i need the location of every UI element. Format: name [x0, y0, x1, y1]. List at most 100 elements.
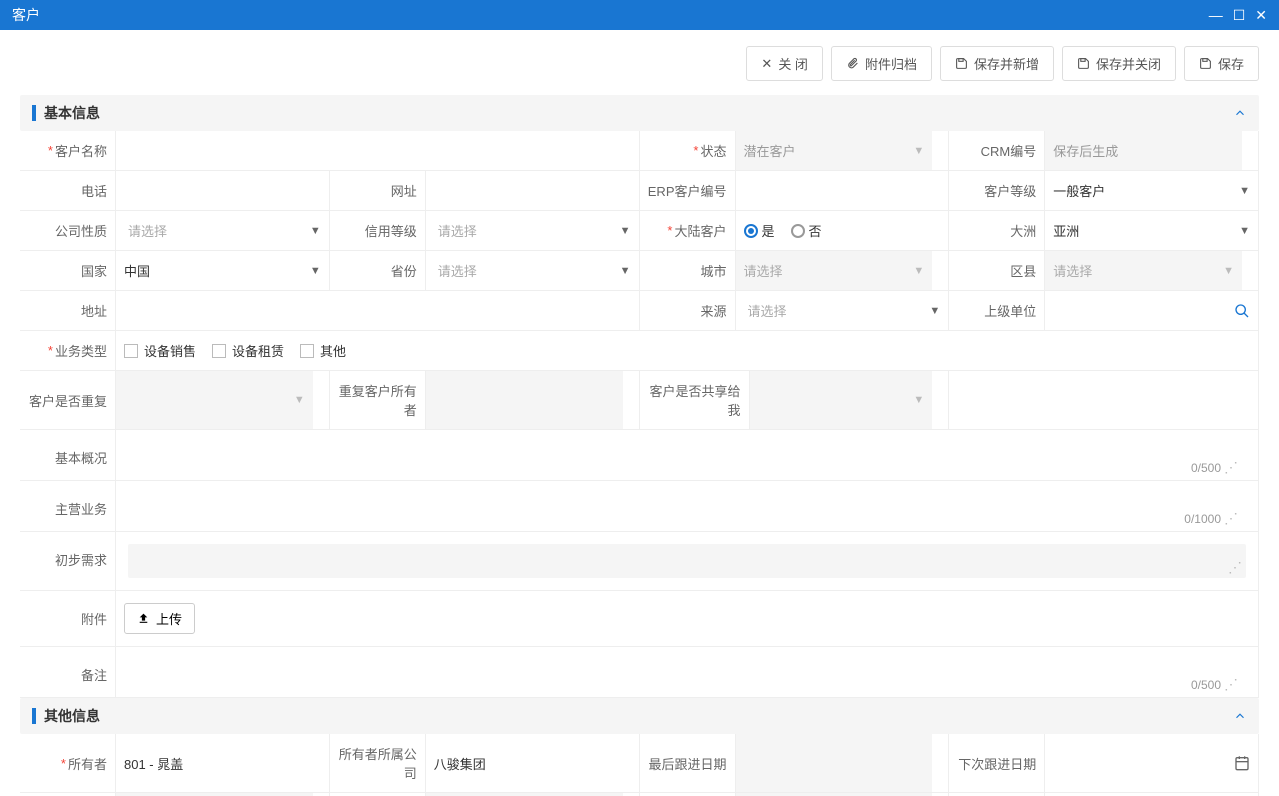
field-basic-situation: 基本概况 0/500 ⋰ — [20, 430, 1259, 481]
checkbox-equipment-rental[interactable]: 设备租赁 — [212, 341, 284, 360]
owner-company-input[interactable]: 八骏集团 — [434, 754, 486, 773]
remarks-input[interactable] — [124, 655, 1250, 685]
source-select[interactable]: 请选择 — [744, 297, 941, 324]
section-title-basic: 基本信息 — [44, 103, 100, 123]
section-title-other: 其他信息 — [44, 706, 100, 726]
field-next-follow: 下次跟进日期 — [949, 734, 1259, 793]
field-attachment: 附件 上传 — [20, 591, 1259, 647]
field-city: 城市 请选择 ▼ — [640, 251, 950, 291]
save-icon — [955, 57, 968, 70]
titlebar: 客户 — ☐ ✕ — [0, 0, 1279, 30]
close-button[interactable]: ✕ 关 闭 — [746, 46, 823, 81]
phone-input[interactable] — [124, 179, 321, 202]
mainland-no-radio[interactable]: 否 — [791, 221, 822, 240]
chevron-down-icon: ▼ — [913, 394, 924, 406]
save-new-button[interactable]: 保存并新增 — [940, 46, 1054, 81]
parent-unit-input[interactable] — [1053, 299, 1250, 322]
field-main-business: 主营业务 0/1000 ⋰ — [20, 481, 1259, 532]
maximize-icon[interactable]: ☐ — [1233, 7, 1246, 24]
section-indicator — [32, 105, 36, 121]
field-parent-unit: 上级单位 — [949, 291, 1259, 331]
field-shared-to-me: 客户是否共享给我 ▼ — [640, 371, 950, 430]
save-close-button[interactable]: 保存并关闭 — [1062, 46, 1176, 81]
country-select[interactable]: 中国 — [124, 261, 150, 280]
checkbox-equipment-sales[interactable]: 设备销售 — [124, 341, 196, 360]
crm-no-display: 保存后生成 — [1045, 131, 1242, 170]
field-crm-no: CRM编号 保存后生成 — [949, 131, 1259, 171]
city-select: 请选择 ▼ — [736, 251, 933, 290]
status-select: 潜在客户 ▼ — [736, 131, 933, 170]
toolbar: ✕ 关 闭 附件归档 保存并新增 保存并关闭 保存 — [0, 30, 1279, 95]
basic-situation-input[interactable] — [124, 438, 1250, 468]
erp-no-input[interactable] — [744, 179, 941, 202]
close-icon: ✕ — [761, 56, 772, 72]
next-follow-input[interactable] — [1053, 752, 1250, 775]
section-basic-info: 基本信息 *客户名称 *状态 潜在客户 ▼ — [20, 95, 1259, 698]
is-duplicate-select: ▼ — [116, 371, 313, 429]
last-follow-display — [736, 734, 933, 792]
resize-handle-icon[interactable]: ⋰ — [1224, 459, 1238, 476]
field-empty — [949, 371, 1259, 430]
district-select: 请选择 ▼ — [1045, 251, 1242, 290]
content-area: 基本信息 *客户名称 *状态 潜在客户 ▼ — [0, 95, 1279, 796]
close-window-icon[interactable]: ✕ — [1255, 7, 1267, 24]
continent-select[interactable]: 亚洲 — [1053, 221, 1079, 240]
field-district: 区县 请选择 ▼ — [949, 251, 1259, 291]
save-button[interactable]: 保存 — [1184, 46, 1259, 81]
province-select[interactable]: 请选择 — [434, 257, 631, 284]
save-icon — [1077, 57, 1090, 70]
archive-button[interactable]: 附件归档 — [831, 46, 932, 81]
field-credit-rating: 信用等级 请选择 ▼ — [330, 211, 640, 251]
field-owner: *所有者 801 - 晁盖 — [20, 734, 330, 793]
field-address: 地址 — [20, 291, 640, 331]
chevron-down-icon: ▼ — [1239, 225, 1250, 237]
field-customer-level: 客户等级 一般客户 ▼ — [949, 171, 1259, 211]
field-duplicate-owner: 重复客户所有者 — [330, 371, 640, 430]
char-counter: 0/500 ⋰ — [1191, 676, 1238, 693]
char-counter: 0/1000 ⋰ — [1184, 510, 1238, 527]
chevron-down-icon: ▼ — [913, 145, 924, 157]
checkbox-other[interactable]: 其他 — [300, 341, 346, 360]
upload-button[interactable]: 上传 — [124, 603, 195, 634]
credit-rating-select[interactable]: 请选择 — [434, 217, 631, 244]
resize-handle-icon[interactable]: ⋰ — [1224, 510, 1238, 527]
minimize-icon[interactable]: — — [1209, 7, 1223, 24]
resize-handle-icon: ⋰ — [1228, 559, 1242, 576]
website-input[interactable] — [434, 179, 631, 202]
field-initial-demand: 初步需求 ⋰ — [20, 532, 1259, 591]
section-header-other[interactable]: 其他信息 — [20, 698, 1259, 734]
mainland-yes-radio[interactable]: 是 — [744, 221, 775, 240]
field-erp-no: ERP客户编号 — [640, 171, 950, 211]
field-customer-name: *客户名称 — [20, 131, 640, 171]
company-nature-select[interactable]: 请选择 — [124, 217, 321, 244]
address-input[interactable] — [124, 299, 631, 322]
section-header-basic[interactable]: 基本信息 — [20, 95, 1259, 131]
paperclip-icon — [846, 57, 859, 70]
field-mainland: *大陆客户 是 否 — [640, 211, 950, 251]
field-website: 网址 — [330, 171, 640, 211]
owner-input[interactable]: 801 - 晁盖 — [124, 754, 183, 773]
customer-level-select[interactable]: 一般客户 — [1053, 181, 1105, 200]
char-counter: 0/500 ⋰ — [1191, 459, 1238, 476]
calendar-icon[interactable] — [1234, 755, 1250, 771]
resize-handle-icon[interactable]: ⋰ — [1224, 676, 1238, 693]
chevron-down-icon: ▼ — [294, 394, 305, 406]
section-indicator — [32, 708, 36, 724]
field-continent: 大洲 亚洲 ▼ — [949, 211, 1259, 251]
window-controls: — ☐ ✕ — [1209, 7, 1267, 24]
chevron-down-icon: ▼ — [310, 265, 321, 277]
main-business-input[interactable] — [124, 489, 1250, 519]
chevron-up-icon — [1233, 106, 1247, 120]
shared-to-me-select: ▼ — [750, 371, 933, 429]
initial-demand-input: ⋰ — [128, 544, 1246, 578]
search-icon[interactable] — [1234, 303, 1250, 319]
upload-icon — [137, 612, 150, 625]
window-title: 客户 — [12, 5, 40, 25]
field-business-type: *业务类型 设备销售 设备租赁 — [20, 331, 1259, 371]
field-is-duplicate: 客户是否重复 ▼ — [20, 371, 330, 430]
section-other-info: 其他信息 *所有者 801 - 晁盖 所有者所属公司 八骏集团 最后跟进日期 — [20, 698, 1259, 796]
chevron-down-icon: ▼ — [913, 265, 924, 277]
field-source: 来源 请选择 ▼ — [640, 291, 950, 331]
chevron-down-icon: ▼ — [1239, 185, 1250, 197]
customer-name-input[interactable] — [124, 139, 631, 162]
